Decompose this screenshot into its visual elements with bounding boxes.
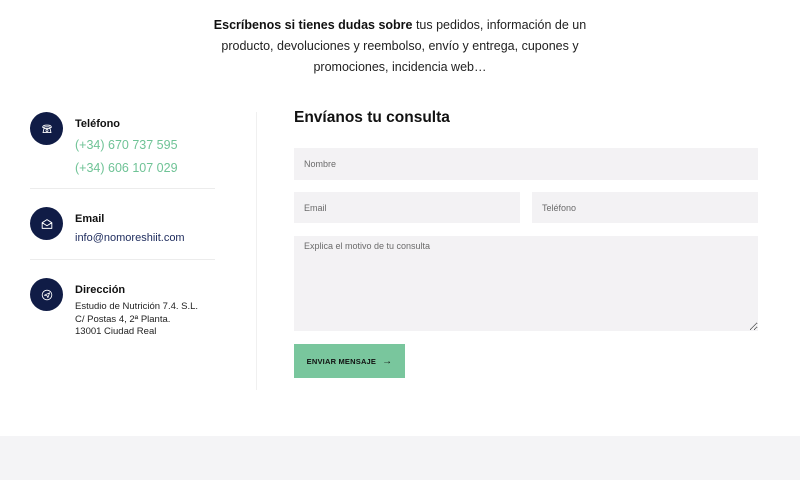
phone-number-1[interactable]: (+34) 670 737 595 bbox=[75, 134, 178, 157]
contact-divider bbox=[30, 188, 215, 189]
send-message-label: ENVIAR MENSAJE bbox=[306, 356, 377, 366]
intro-line-1-rest: tus pedidos, información de un bbox=[412, 18, 587, 32]
email-title: Email bbox=[75, 213, 105, 225]
arrow-right-icon: → bbox=[382, 355, 393, 367]
send-message-button[interactable]: ENVIAR MENSAJE → bbox=[294, 344, 405, 378]
address-line-3: 13001 Ciudad Real bbox=[75, 326, 157, 337]
address-info: Dirección Estudio de Nutrición 7.4. S.L.… bbox=[75, 278, 198, 339]
intro-line-2: producto, devoluciones y reembolso, enví… bbox=[221, 39, 579, 53]
intro-text: Escríbenos si tienes dudas sobre tus ped… bbox=[0, 15, 800, 78]
phone-info: Teléfono (+34) 670 737 595 (+34) 606 107… bbox=[75, 112, 178, 180]
address-title: Dirección bbox=[75, 284, 126, 296]
message-textarea[interactable] bbox=[294, 236, 758, 331]
name-input[interactable] bbox=[294, 148, 758, 180]
phone-title: Teléfono bbox=[75, 118, 121, 130]
email-contact: Email info@nomoreshiit.com bbox=[30, 207, 215, 245]
column-separator bbox=[256, 112, 257, 390]
address-line-1: Estudio de Nutrición 7.4. S.L. bbox=[75, 301, 199, 312]
phone-icon bbox=[30, 112, 63, 145]
intro-line-3: promociones, incidencia web… bbox=[313, 60, 487, 74]
email-input[interactable] bbox=[294, 192, 520, 223]
intro-line-1: Escríbenos si tienes dudas sobre tus ped… bbox=[0, 15, 800, 36]
email-link[interactable]: info@nomoreshiit.com bbox=[75, 231, 185, 245]
address-contact: Dirección Estudio de Nutrición 7.4. S.L.… bbox=[30, 278, 215, 339]
envelope-icon bbox=[30, 207, 63, 240]
send-location-icon bbox=[30, 278, 63, 311]
address-line-2: C/ Postas 4, 2ª Planta. bbox=[75, 313, 171, 325]
intro-bold: Escríbenos si tienes dudas sobre bbox=[213, 18, 413, 32]
phone-input[interactable] bbox=[532, 192, 758, 223]
phone-contact: Teléfono (+34) 670 737 595 (+34) 606 107… bbox=[30, 112, 215, 180]
contact-divider bbox=[30, 259, 215, 260]
form-title: Envíanos tu consulta bbox=[294, 109, 450, 126]
phone-number-2[interactable]: (+34) 606 107 029 bbox=[75, 157, 178, 180]
contact-info-column: Teléfono (+34) 670 737 595 (+34) 606 107… bbox=[30, 112, 215, 180]
email-contact-block: Email info@nomoreshiit.com bbox=[30, 207, 215, 245]
footer-band bbox=[0, 436, 800, 480]
address-lines: Estudio de Nutrición 7.4. S.L. C/ Postas… bbox=[75, 301, 198, 339]
email-info: Email info@nomoreshiit.com bbox=[75, 207, 185, 245]
address-contact-block: Dirección Estudio de Nutrición 7.4. S.L.… bbox=[30, 278, 215, 339]
